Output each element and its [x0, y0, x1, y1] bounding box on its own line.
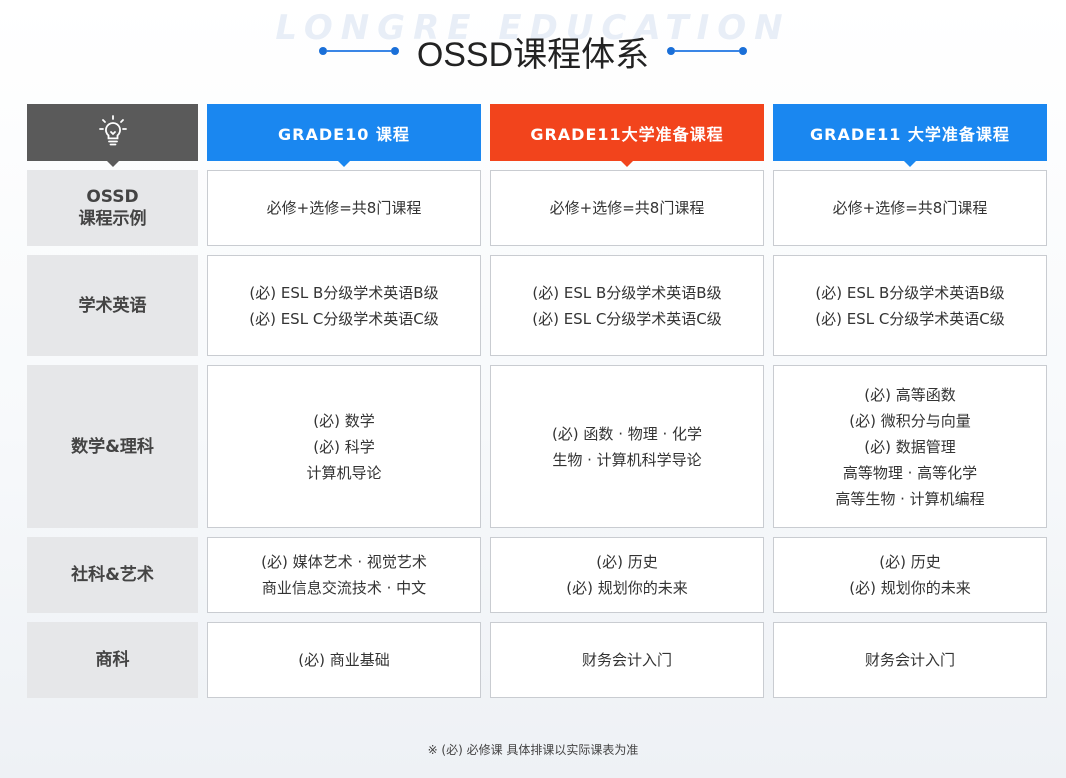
table-cell: 必修+选修=共8门课程	[773, 170, 1047, 246]
table-corner	[27, 104, 198, 167]
page-header: OSSD课程体系	[0, 28, 1066, 74]
table-cell: (必) 历史 (必) 规划你的未来	[490, 537, 764, 613]
row-label-business: 商科	[27, 622, 198, 698]
row-label-math-science: 数学&理科	[27, 365, 198, 528]
title-decoration-left	[318, 47, 399, 55]
table-cell: (必) 函数 · 物理 · 化学 生物 · 计算机科学导论	[490, 365, 764, 528]
page-title: OSSD课程体系	[416, 35, 650, 74]
table-cell: (必) 商业基础	[207, 622, 481, 698]
table-cell: (必) 媒体艺术 · 视觉艺术 商业信息交流技术 · 中文	[207, 537, 481, 613]
column-header-grade10: GRADE10 课程	[207, 104, 481, 167]
row-label-ossd-example: OSSD 课程示例	[27, 170, 198, 246]
table-cell: (必) 历史 (必) 规划你的未来	[773, 537, 1047, 613]
table-cell: (必) ESL B分级学术英语B级 (必) ESL C分级学术英语C级	[490, 255, 764, 356]
table-cell: 必修+选修=共8门课程	[490, 170, 764, 246]
table-cell: (必) ESL B分级学术英语B级 (必) ESL C分级学术英语C级	[773, 255, 1047, 356]
table-cell: 财务会计入门	[773, 622, 1047, 698]
table-cell: (必) ESL B分级学术英语B级 (必) ESL C分级学术英语C级	[207, 255, 481, 356]
column-header-grade11-a: GRADE11大学准备课程	[490, 104, 764, 167]
lightbulb-icon	[98, 114, 128, 152]
table-cell: (必) 高等函数 (必) 微积分与向量 (必) 数据管理 高等物理 · 高等化学 高等生…	[773, 365, 1047, 528]
footnote: ※ (必) 必修课 具体排课以实际课表为准	[427, 743, 639, 757]
table-cell: 财务会计入门	[490, 622, 764, 698]
title-decoration-right	[667, 47, 748, 55]
row-label-academic-english: 学术英语	[27, 255, 198, 356]
table-cell: (必) 数学 (必) 科学 计算机导论	[207, 365, 481, 528]
table-cell: 必修+选修=共8门课程	[207, 170, 481, 246]
row-label-social-arts: 社科&艺术	[27, 537, 198, 613]
curriculum-table: GRADE10 课程 GRADE11大学准备课程 GRADE11 大学准备课程 …	[27, 104, 1047, 698]
column-header-grade11-b: GRADE11 大学准备课程	[773, 104, 1047, 167]
